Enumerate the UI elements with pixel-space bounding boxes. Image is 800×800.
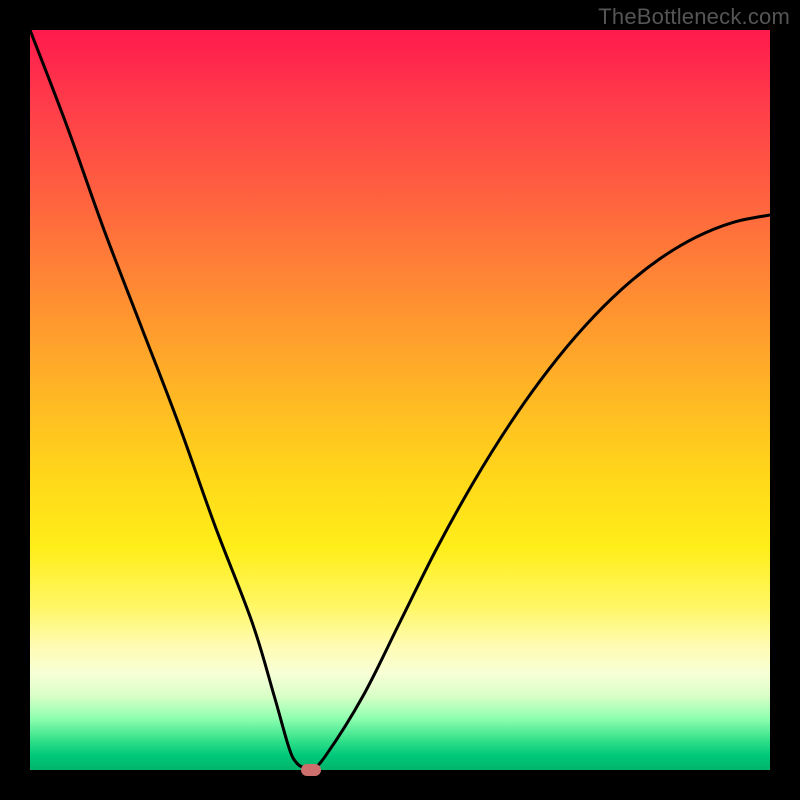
plot-area [30, 30, 770, 770]
bottleneck-curve [30, 30, 770, 770]
chart-container: TheBottleneck.com [0, 0, 800, 800]
optimal-point-marker [301, 764, 321, 776]
watermark-text: TheBottleneck.com [598, 4, 790, 30]
